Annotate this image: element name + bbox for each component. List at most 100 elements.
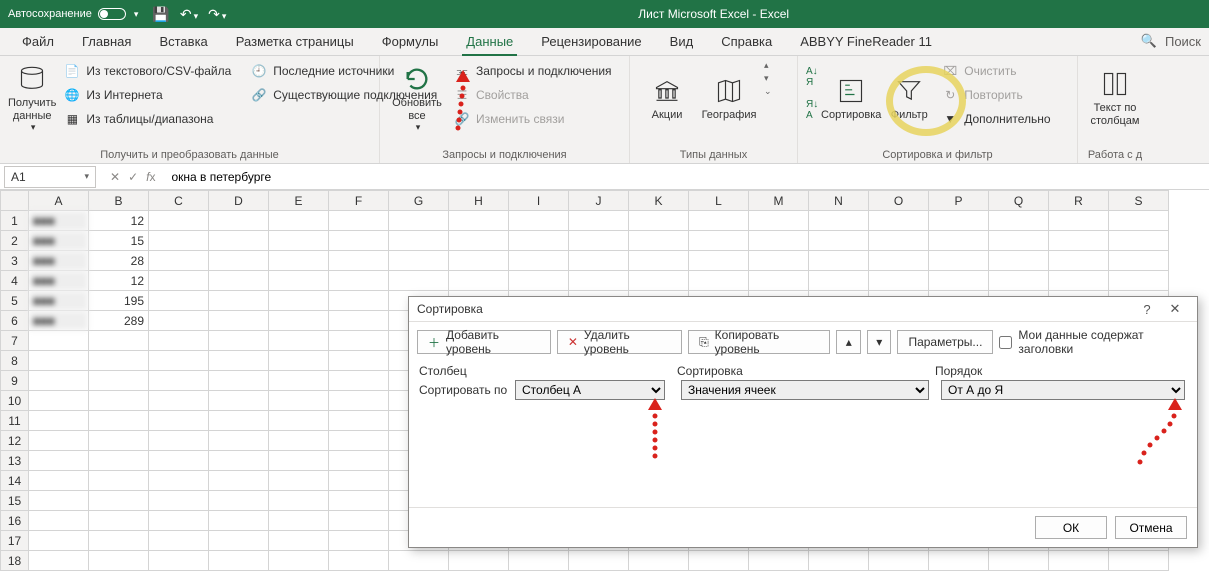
cell[interactable]	[269, 251, 329, 271]
cell[interactable]	[929, 231, 989, 251]
cell[interactable]	[209, 271, 269, 291]
cell[interactable]	[269, 351, 329, 371]
tab-home[interactable]: Главная	[68, 30, 145, 55]
row-header[interactable]: 15	[1, 491, 29, 511]
column-header-S[interactable]: S	[1109, 191, 1169, 211]
cell[interactable]	[269, 291, 329, 311]
select-all-corner[interactable]	[1, 191, 29, 211]
cell[interactable]	[209, 331, 269, 351]
cell[interactable]	[1109, 271, 1169, 291]
cell[interactable]	[89, 351, 149, 371]
cell[interactable]	[389, 231, 449, 251]
cancel-button[interactable]: Отмена	[1115, 516, 1187, 539]
row-header[interactable]: 13	[1, 451, 29, 471]
cell[interactable]	[1049, 551, 1109, 571]
cell[interactable]: 15	[89, 231, 149, 251]
column-header-H[interactable]: H	[449, 191, 509, 211]
cell[interactable]	[29, 391, 89, 411]
cell[interactable]	[89, 491, 149, 511]
cell[interactable]	[569, 251, 629, 271]
cell[interactable]	[869, 211, 929, 231]
cell[interactable]	[329, 471, 389, 491]
column-header-K[interactable]: K	[629, 191, 689, 211]
cell[interactable]	[209, 351, 269, 371]
cell[interactable]	[149, 211, 209, 231]
cell[interactable]	[689, 271, 749, 291]
cell[interactable]	[449, 211, 509, 231]
row-header[interactable]: 18	[1, 551, 29, 571]
sort-az-icon[interactable]: A↓Я	[806, 66, 818, 88]
cell[interactable]	[329, 371, 389, 391]
cell[interactable]	[389, 271, 449, 291]
row-header[interactable]: 5	[1, 291, 29, 311]
cell[interactable]	[269, 411, 329, 431]
row-header[interactable]: 10	[1, 391, 29, 411]
cell[interactable]	[149, 231, 209, 251]
enter-formula-icon[interactable]: ✓	[128, 170, 138, 184]
tab-help[interactable]: Справка	[707, 30, 786, 55]
cell[interactable]	[329, 331, 389, 351]
cell[interactable]	[629, 551, 689, 571]
row-header[interactable]: 14	[1, 471, 29, 491]
cell[interactable]	[29, 431, 89, 451]
sort-button[interactable]: Сортировка	[822, 60, 880, 138]
toggle-switch-icon[interactable]	[98, 8, 126, 20]
cell[interactable]	[329, 231, 389, 251]
checkbox-input[interactable]	[999, 336, 1012, 349]
cell[interactable]: ■■■	[29, 311, 89, 331]
tab-insert[interactable]: Вставка	[145, 30, 221, 55]
cell[interactable]	[149, 371, 209, 391]
cell[interactable]	[209, 491, 269, 511]
cell[interactable]	[89, 391, 149, 411]
cell[interactable]	[509, 271, 569, 291]
cancel-formula-icon[interactable]: ✕	[110, 170, 120, 184]
cell[interactable]	[209, 511, 269, 531]
tab-review[interactable]: Рецензирование	[527, 30, 655, 55]
cell[interactable]	[29, 491, 89, 511]
row-header[interactable]: 8	[1, 351, 29, 371]
cell[interactable]	[269, 391, 329, 411]
cell[interactable]	[269, 271, 329, 291]
cell[interactable]	[209, 291, 269, 311]
cell[interactable]: ■■■	[29, 251, 89, 271]
cell[interactable]	[149, 271, 209, 291]
cell[interactable]	[989, 231, 1049, 251]
sort-order-select[interactable]: От А до Я	[941, 380, 1185, 400]
column-header-C[interactable]: C	[149, 191, 209, 211]
cell[interactable]	[269, 371, 329, 391]
column-header-E[interactable]: E	[269, 191, 329, 211]
cell[interactable]: ■■■	[29, 271, 89, 291]
cell[interactable]	[569, 231, 629, 251]
close-icon[interactable]: ✕	[1161, 301, 1189, 317]
sort-za-icon[interactable]: Я↓A	[806, 99, 818, 121]
cell[interactable]	[209, 251, 269, 271]
cell[interactable]	[29, 351, 89, 371]
column-header-D[interactable]: D	[209, 191, 269, 211]
cell[interactable]	[29, 371, 89, 391]
cell[interactable]	[1109, 251, 1169, 271]
cell[interactable]	[29, 471, 89, 491]
column-header-O[interactable]: O	[869, 191, 929, 211]
cell[interactable]	[449, 551, 509, 571]
cell[interactable]: ■■■	[29, 231, 89, 251]
cell[interactable]: ■■■	[29, 211, 89, 231]
column-header-M[interactable]: M	[749, 191, 809, 211]
refresh-all-button[interactable]: Обновить все▾	[388, 60, 446, 138]
name-box[interactable]: A1 ▾	[4, 166, 96, 188]
more-icon[interactable]: ⌄	[764, 86, 772, 97]
cell[interactable]	[1109, 211, 1169, 231]
cell[interactable]	[269, 311, 329, 331]
cell[interactable]	[329, 551, 389, 571]
cell[interactable]	[89, 531, 149, 551]
cell[interactable]	[509, 211, 569, 231]
cell[interactable]	[149, 511, 209, 531]
cell[interactable]	[329, 291, 389, 311]
column-header-L[interactable]: L	[689, 191, 749, 211]
cell[interactable]	[89, 431, 149, 451]
cell[interactable]	[329, 411, 389, 431]
cell[interactable]	[869, 551, 929, 571]
cell[interactable]	[329, 391, 389, 411]
cell[interactable]	[269, 551, 329, 571]
fx-icon[interactable]: fx	[146, 170, 155, 184]
row-header[interactable]: 12	[1, 431, 29, 451]
